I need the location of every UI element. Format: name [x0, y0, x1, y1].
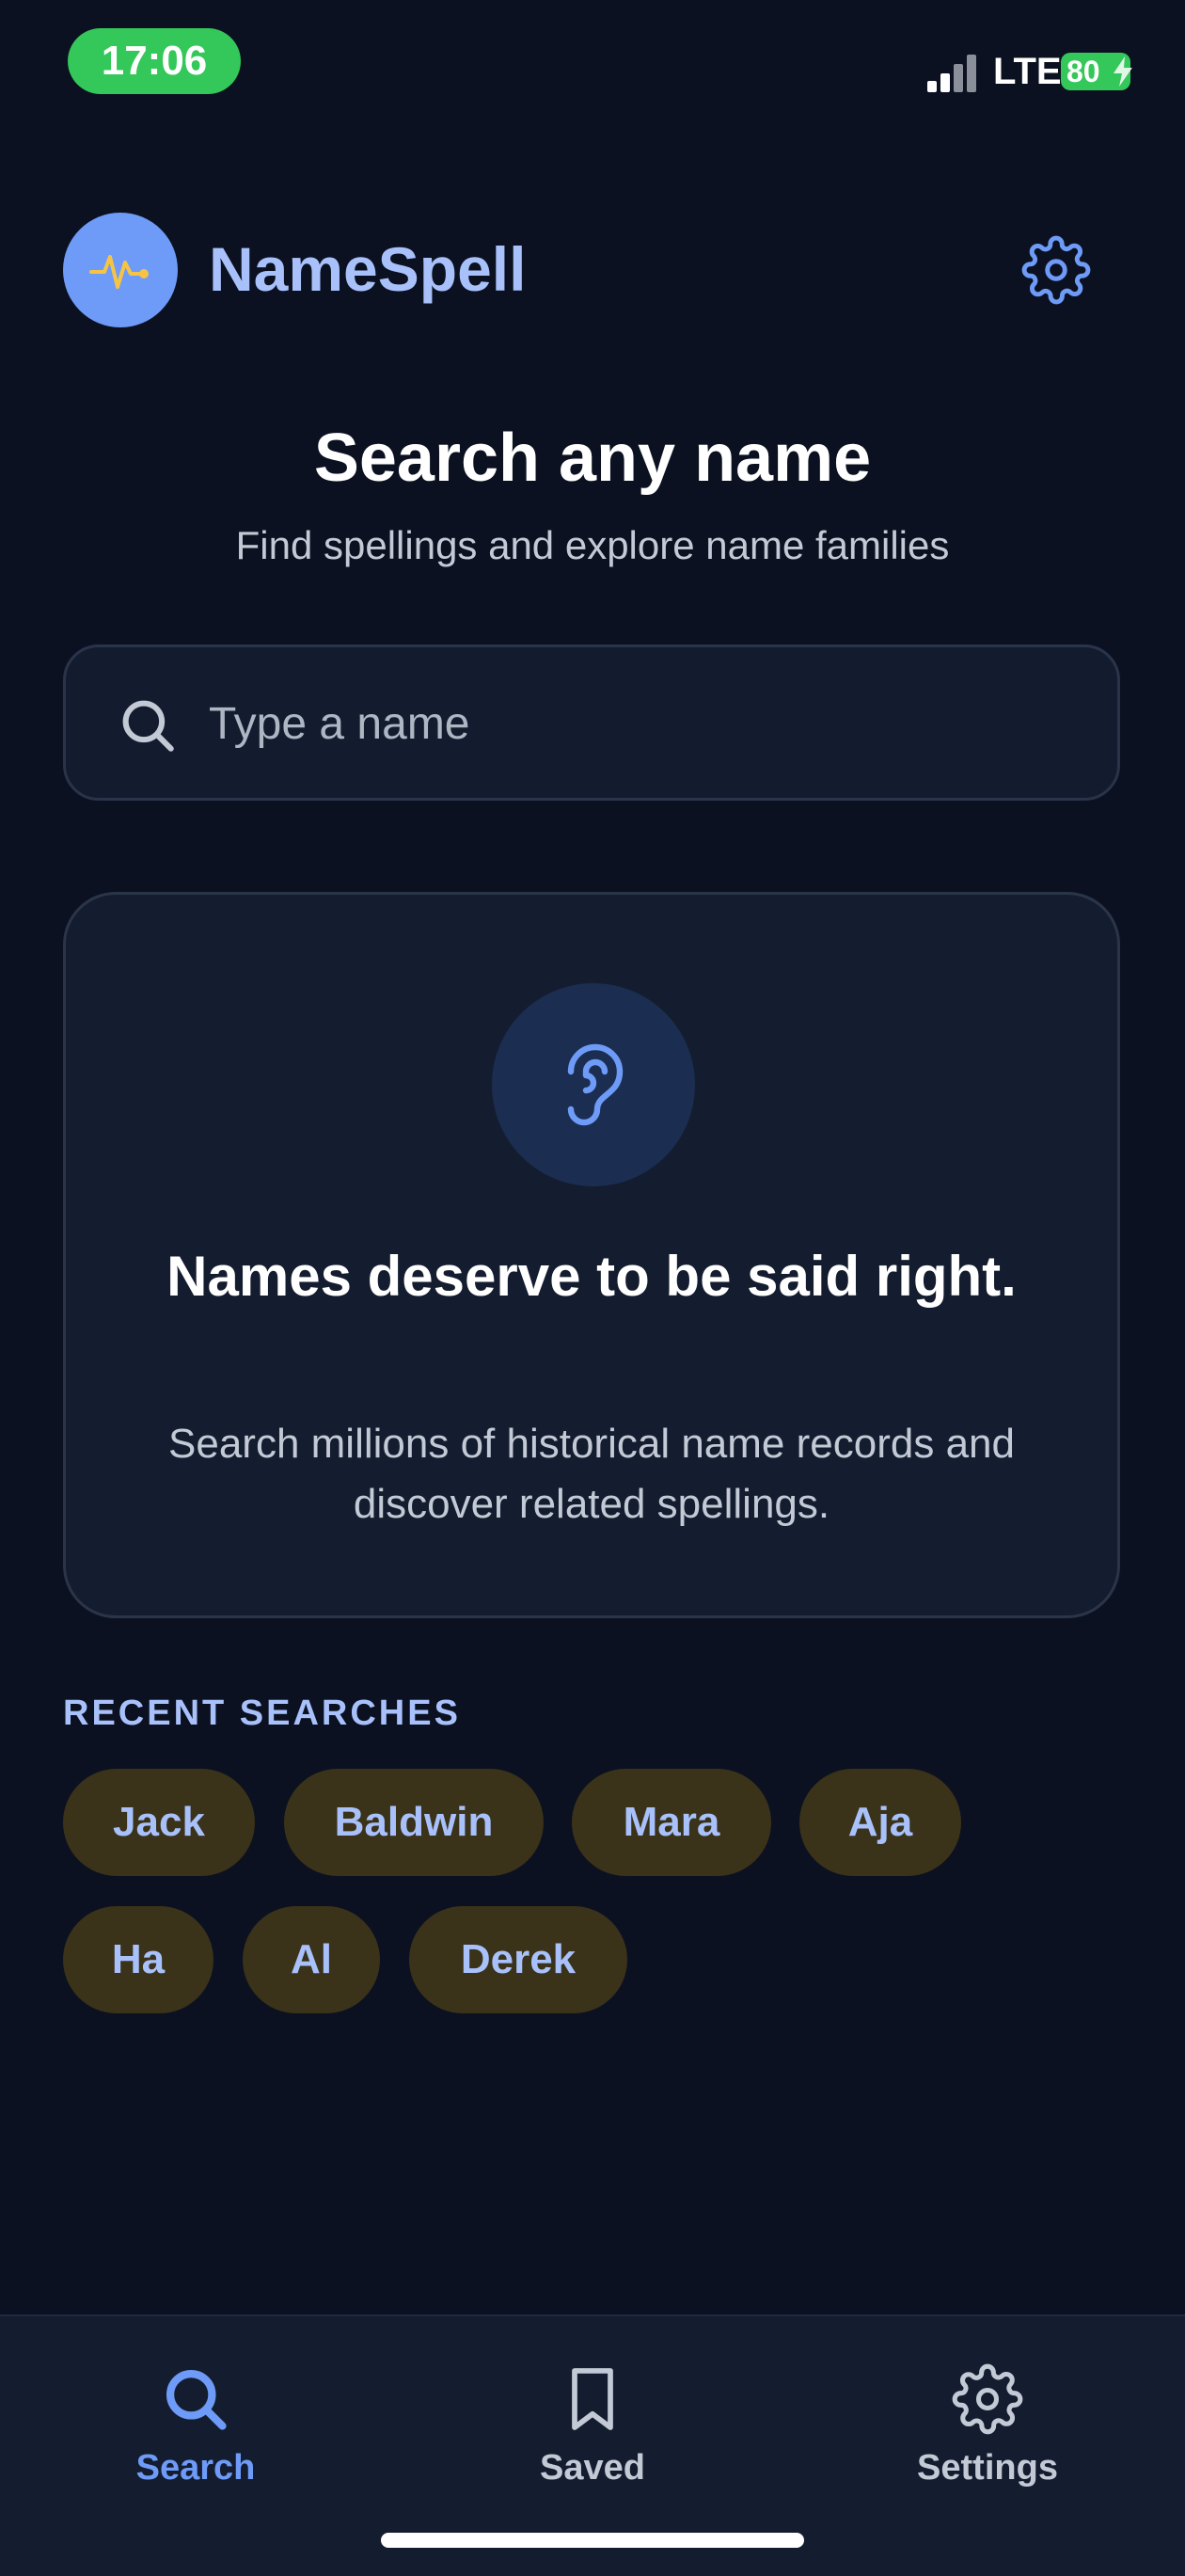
status-time: 17:06: [68, 28, 241, 94]
tab-search-label: Search: [135, 2448, 256, 2488]
network-type: LTE: [993, 51, 1062, 92]
gear-icon: [1021, 235, 1091, 305]
search-box[interactable]: [63, 644, 1120, 801]
gear-icon: [952, 2363, 1023, 2435]
card-icon-circle: [492, 983, 695, 1186]
bookmark-icon: [572, 2368, 613, 2430]
tab-settings-label: Settings: [917, 2448, 1058, 2488]
cellular-signal-icon: [927, 55, 976, 92]
tab-saved[interactable]: Saved: [451, 2361, 734, 2512]
card-description: Search millions of historical name recor…: [168, 1421, 1015, 1527]
search-input[interactable]: [207, 676, 1095, 771]
app-title: NameSpell: [209, 234, 527, 304]
waveform-icon: [89, 255, 149, 289]
page-subtitle: Find spellings and explore name families: [235, 523, 950, 567]
recent-chip-jack[interactable]: Jack: [63, 1769, 255, 1876]
status-bar: 17:06 LTE 80: [0, 0, 1185, 132]
recent-chip-ha[interactable]: Ha: [63, 1906, 213, 2013]
home-indicator: [381, 2533, 804, 2548]
battery-level: 80: [1066, 54, 1100, 88]
tab-saved-label: Saved: [540, 2448, 645, 2488]
recent-searches-label: RECENT SEARCHES: [63, 1693, 461, 1733]
app-header: NameSpell: [0, 207, 1185, 339]
ear-icon: [567, 1043, 624, 1126]
search-icon: [166, 2369, 227, 2430]
recent-chip-derek[interactable]: Derek: [409, 1906, 627, 2013]
tab-search[interactable]: Search: [55, 2361, 337, 2512]
info-card: Names deserve to be said right. Search m…: [63, 892, 1120, 1618]
card-title: Names deserve to be said right.: [166, 1245, 1017, 1308]
page-title: Search any name: [313, 421, 872, 496]
recent-chip-mara[interactable]: Mara: [572, 1769, 771, 1876]
charging-bolt-icon: [1114, 56, 1132, 87]
recent-chip-al[interactable]: Al: [243, 1906, 380, 2013]
recent-chip-baldwin[interactable]: Baldwin: [284, 1769, 544, 1876]
recent-chip-aja[interactable]: Aja: [799, 1769, 961, 1876]
tab-settings[interactable]: Settings: [846, 2361, 1129, 2512]
settings-button[interactable]: [1018, 231, 1095, 309]
search-icon: [122, 700, 174, 752]
app-logo: [63, 213, 178, 327]
